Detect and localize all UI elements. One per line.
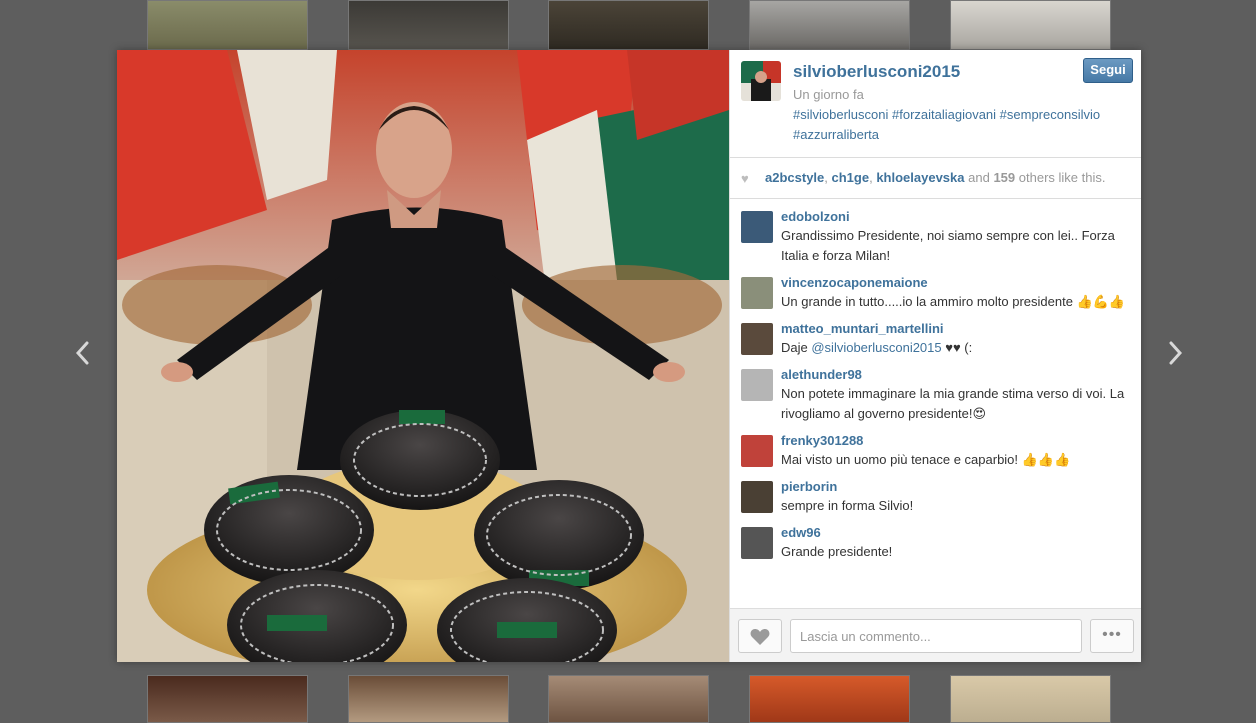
- thumbnail-bottom-2[interactable]: [348, 675, 509, 723]
- comment-item: vincenzocaponemaione Un grande in tutto.…: [730, 274, 1141, 312]
- photo-modal: silvioberlusconi2015 Un giorno fa #silvi…: [117, 50, 1141, 662]
- thumbnail-top-1[interactable]: [147, 0, 308, 50]
- comment-item: frenky301288 Mai visto un uomo più tenac…: [730, 432, 1141, 470]
- comment-item: alethunder98 Non potete immaginare la mi…: [730, 366, 1141, 424]
- comment-text: Grandissimo Presidente, noi siamo sempre…: [781, 228, 1115, 263]
- comment-text: sempre in forma Silvio!: [781, 498, 914, 513]
- heart-icon: [750, 628, 770, 645]
- post-username[interactable]: silvioberlusconi2015: [793, 62, 960, 82]
- comment-input[interactable]: [790, 619, 1082, 653]
- post-timestamp: Un giorno fa: [793, 87, 864, 102]
- comment-avatar[interactable]: [741, 527, 773, 559]
- thumbnail-bottom-5[interactable]: [950, 675, 1111, 723]
- thumbnail-top-5[interactable]: [950, 0, 1111, 50]
- comment-avatar[interactable]: [741, 211, 773, 243]
- thumbnail-bottom-3[interactable]: [548, 675, 709, 723]
- like-user[interactable]: khloelayevska: [876, 170, 964, 185]
- comment-username[interactable]: matteo_muntari_martellini: [781, 320, 1131, 338]
- comment-avatar[interactable]: [741, 481, 773, 513]
- comment-item: pierborin sempre in forma Silvio!: [730, 478, 1141, 516]
- comment-text-part: ♥♥ (:: [941, 340, 973, 355]
- comment-text: Un grande in tutto.....io la ammiro molt…: [781, 294, 1126, 309]
- next-arrow-icon[interactable]: [1160, 336, 1190, 370]
- post-photo: [117, 50, 729, 662]
- comments-list[interactable]: edobolzoni Grandissimo Presidente, noi s…: [730, 198, 1141, 609]
- post-caption[interactable]: #silvioberlusconi #forzaitaliagiovani #s…: [793, 105, 1128, 145]
- comment-footer: •••: [730, 608, 1141, 662]
- comment-mention[interactable]: @silvioberlusconi2015: [811, 340, 941, 355]
- comment-username[interactable]: frenky301288: [781, 432, 1131, 450]
- thumbnail-bottom-4[interactable]: [749, 675, 910, 723]
- comment-avatar[interactable]: [741, 323, 773, 355]
- comment-item: edobolzoni Grandissimo Presidente, noi s…: [730, 208, 1141, 266]
- comment-item: matteo_muntari_martellini Daje @silviobe…: [730, 320, 1141, 358]
- likes-and-text: and: [968, 170, 990, 185]
- thumbnail-top-2[interactable]: [348, 0, 509, 50]
- likes-bar: ♥ a2bcstyle, ch1ge, khloelayevska and 15…: [730, 158, 1141, 199]
- previous-arrow-icon[interactable]: [68, 336, 98, 370]
- thumbnail-top-4[interactable]: [749, 0, 910, 50]
- follow-button[interactable]: Segui: [1083, 58, 1133, 83]
- comment-text: Mai visto un uomo più tenace e caparbio!…: [781, 452, 1071, 467]
- avatar[interactable]: [741, 61, 781, 101]
- comment-username[interactable]: edw96: [781, 524, 1131, 542]
- post-sidebar: silvioberlusconi2015 Un giorno fa #silvi…: [729, 50, 1141, 662]
- comment-item: edw96 Grande presidente!: [730, 524, 1141, 562]
- comment-text: Non potete immaginare la mia grande stim…: [781, 386, 1125, 421]
- comment-text: Daje @silvioberlusconi2015 ♥♥ (:: [781, 338, 1131, 358]
- comment-text-part: Daje: [781, 340, 812, 355]
- more-options-button[interactable]: •••: [1090, 619, 1134, 653]
- like-button[interactable]: [738, 619, 782, 653]
- comment-avatar[interactable]: [741, 277, 773, 309]
- comment-username[interactable]: vincenzocaponemaione: [781, 274, 1131, 292]
- like-user[interactable]: ch1ge: [832, 170, 870, 185]
- comment-avatar[interactable]: [741, 369, 773, 401]
- comment-username[interactable]: edobolzoni: [781, 208, 1131, 226]
- likes-count[interactable]: 159: [993, 170, 1015, 185]
- heart-icon: ♥: [741, 171, 749, 186]
- thumbnail-top-3[interactable]: [548, 0, 709, 50]
- comment-username[interactable]: pierborin: [781, 478, 1131, 496]
- like-user[interactable]: a2bcstyle: [765, 170, 824, 185]
- comment-username[interactable]: alethunder98: [781, 366, 1131, 384]
- post-header: silvioberlusconi2015 Un giorno fa #silvi…: [730, 50, 1141, 158]
- comment-avatar[interactable]: [741, 435, 773, 467]
- thumbnail-bottom-1[interactable]: [147, 675, 308, 723]
- comment-text: Grande presidente!: [781, 544, 893, 559]
- likes-suffix: others like this.: [1018, 170, 1106, 185]
